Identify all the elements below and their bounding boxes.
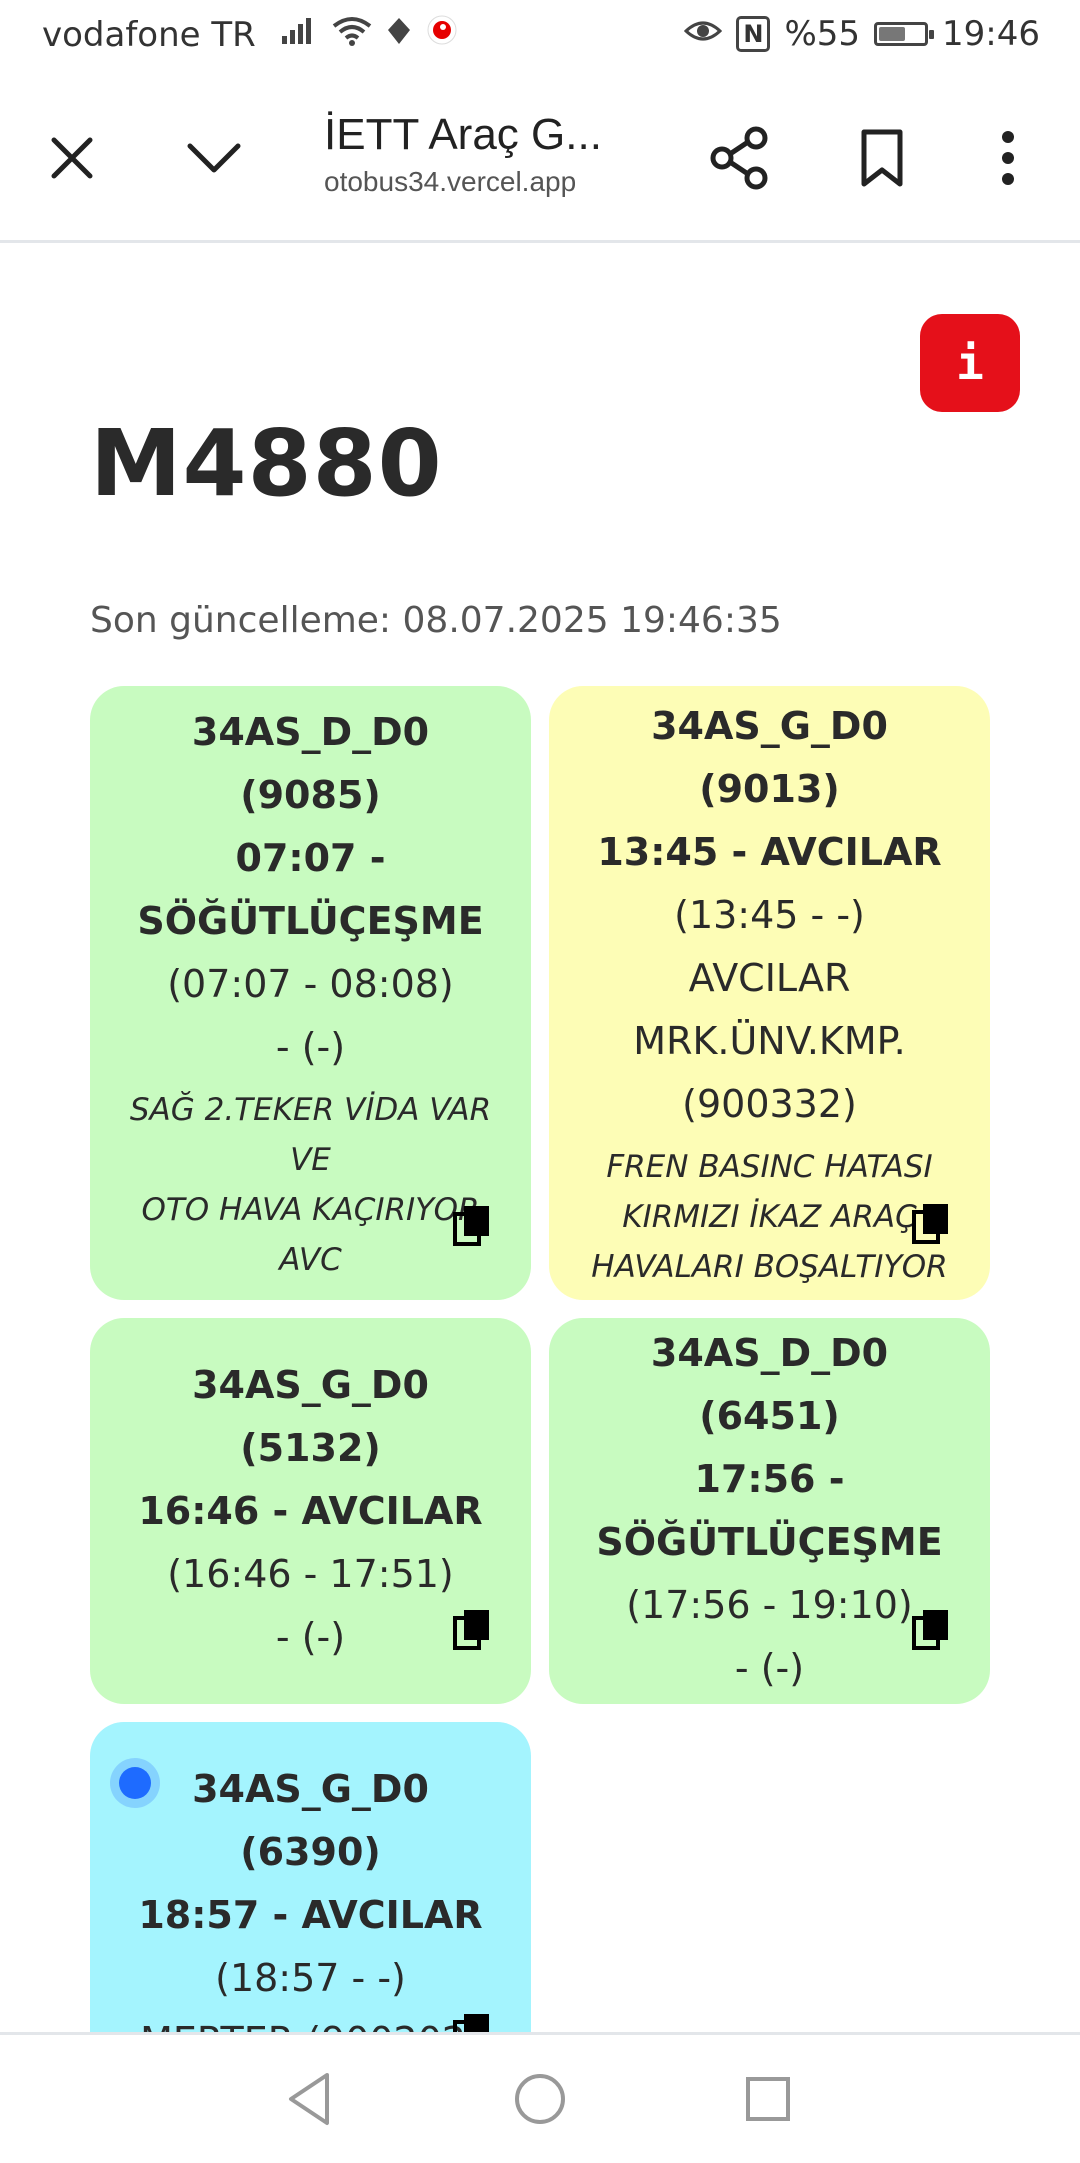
bookmark-icon [861,129,903,187]
trip-route: 34AS_G_D0 (6390) [192,1767,429,1874]
page-title: İETT Araç G... [324,110,602,159]
battery-percent: %55 [784,14,861,54]
trip-range: (07:07 - 08:08) [167,962,454,1006]
copy-icon[interactable] [453,1608,491,1650]
trip-time: 13:45 - AVCILAR [597,829,942,874]
trip-stop: (900332) [682,1081,857,1126]
last-update-text: Son güncelleme: 08.07.2025 19:46:35 [90,600,782,641]
trip-note-line: FREN BASINC HATASI [606,1148,933,1185]
share-icon [710,126,768,190]
page-title-block[interactable]: İETT Araç G... otobus34.vercel.app [324,110,654,198]
trip-route: 34AS_D_D0 (9085) [191,710,430,817]
nfc-icon: N [736,16,771,52]
status-left: vodafone TR [42,14,470,55]
trip-stop: AVCILAR [688,955,851,1000]
wifi-icon [332,15,372,55]
home-circle-icon [515,2074,565,2124]
back-triangle-icon [289,2073,329,2125]
trip-card[interactable]: 34AS_D_D0 (9085) 07:07 - SÖĞÜTLÜÇEŞME (0… [90,686,531,1300]
trip-route: 34AS_D_D0 (6451) [650,1331,889,1438]
trip-time: 17:56 - [694,1457,845,1501]
signal-icon [280,15,320,55]
trip-card[interactable]: 34AS_G_D0 (9013) 13:45 - AVCILAR (13:45 … [549,686,990,1300]
nav-home-button[interactable] [480,2035,600,2163]
close-button[interactable] [30,76,114,240]
trip-note-line: HAVALARI BOŞALTIYOR [591,1248,948,1285]
battery-icon [874,22,935,46]
copy-icon[interactable] [912,1202,950,1244]
trip-note: FREN BASINC HATASI KIRMIZI İKAZ ARAÇ HAV… [579,1142,960,1292]
bookmark-button[interactable] [842,76,922,240]
trip-range: (16:46 - 17:51) [167,1551,454,1596]
copy-icon[interactable] [912,1608,950,1650]
browser-toolbar: İETT Araç G... otobus34.vercel.app [0,76,1080,243]
trip-note-line: OTO HAVA KAÇIRIYOR [141,1192,480,1228]
trip-note: SAĞ 2.TEKER VİDA VAR VE OTO HAVA KAÇIRIY… [120,1085,501,1285]
share-button[interactable] [700,76,780,240]
touch-indicator [110,1758,160,1808]
eye-comfort-icon [684,14,723,54]
bus-id-heading: M4880 [90,410,443,517]
more-options-button[interactable] [968,76,1048,240]
trip-status: - (-) [275,1614,346,1659]
trip-card[interactable]: 34AS_G_D0 (5132) 16:46 - AVCILAR (16:46 … [90,1318,531,1704]
recents-square-icon [746,2077,790,2121]
status-right: N %55 19:46 [670,14,1040,54]
trip-range: (18:57 - -) [215,1956,406,2000]
trip-stop: MRK.ÜNV.KMP. [633,1018,906,1063]
chevron-down-icon [187,143,241,173]
trip-time: 18:57 - AVCILAR [138,1893,483,1937]
trip-card[interactable]: 34AS_D_D0 (6451) 17:56 - SÖĞÜTLÜÇEŞME (1… [549,1318,990,1704]
system-nav-bar [0,2032,1080,2163]
page-url: otobus34.vercel.app [324,166,577,197]
trip-range: (17:56 - 19:10) [626,1583,913,1627]
trip-status: - (-) [275,1025,346,1069]
copy-icon[interactable] [453,1204,491,1246]
more-vertical-icon [1002,131,1014,185]
location-icon [384,15,414,55]
trip-note-line: AVC [279,1242,342,1278]
trip-route: 34AS_G_D0 (9013) [651,703,888,811]
status-bar: vodafone TR N %55 19:46 [0,0,1080,76]
trip-range: (13:45 - -) [674,892,865,937]
nav-recents-button[interactable] [708,2035,828,2163]
close-icon [51,137,93,179]
trip-time: 16:46 - AVCILAR [138,1488,483,1533]
trip-route: 34AS_G_D0 (5132) [192,1362,429,1470]
nav-back-button[interactable] [250,2035,370,2163]
carrier-name: vodafone TR [42,14,256,55]
info-button[interactable]: i [920,314,1020,412]
minimize-button[interactable] [172,76,256,240]
trip-time: 07:07 - [235,836,386,880]
trip-note-line: SAĞ 2.TEKER VİDA VAR VE [129,1092,492,1178]
vodafone-icon [426,14,458,55]
trip-note-line: KIRMIZI İKAZ ARAÇ [622,1198,917,1235]
clock: 19:46 [942,14,1040,54]
trip-destination: SÖĞÜTLÜÇEŞME [596,1520,943,1564]
trip-destination: SÖĞÜTLÜÇEŞME [137,899,484,943]
trip-status: - (-) [734,1646,805,1690]
